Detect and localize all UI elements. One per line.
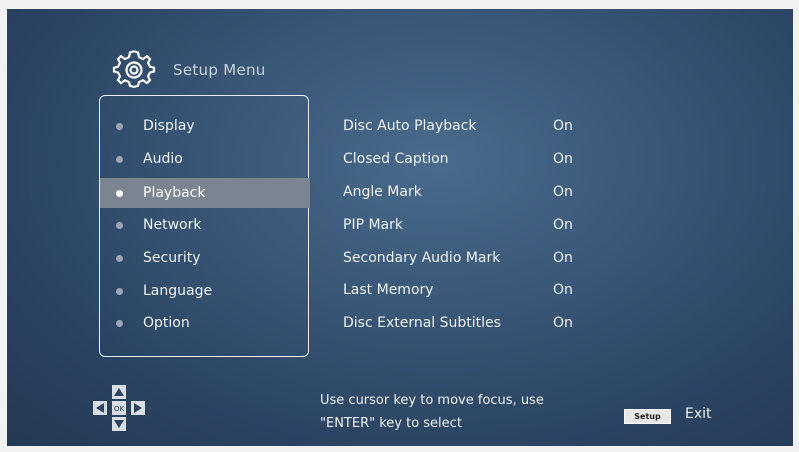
menu-item-network[interactable]: Network: [100, 210, 310, 240]
setting-disc-auto-playback[interactable]: Disc Auto Playback: [343, 114, 543, 138]
setting-value[interactable]: On: [553, 114, 593, 138]
menu-item-option[interactable]: Option: [100, 308, 310, 338]
setting-value[interactable]: On: [553, 213, 593, 237]
setup-key-icon: Setup: [624, 409, 671, 424]
exit-label[interactable]: Exit: [685, 406, 712, 422]
menu-item-label: Display: [143, 118, 195, 134]
menu-item-label: Playback: [143, 185, 206, 201]
menu-item-label: Option: [143, 315, 190, 331]
setting-value[interactable]: On: [553, 311, 593, 335]
setting-secondary-audio-mark[interactable]: Secondary Audio Mark: [343, 246, 543, 270]
bullet-icon: [116, 287, 123, 295]
menu-item-label: Audio: [143, 151, 183, 167]
dpad-icon: OK: [93, 385, 145, 431]
setting-closed-caption[interactable]: Closed Caption: [343, 147, 543, 171]
dpad-ok-label: OK: [114, 405, 125, 413]
bullet-icon: [116, 122, 123, 130]
bullet-icon: [116, 189, 123, 197]
setting-disc-external-subtitles[interactable]: Disc External Subtitles: [343, 311, 543, 335]
help-line-2: "ENTER" key to select: [320, 416, 462, 431]
header: Setup Menu: [112, 50, 266, 90]
menu-item-label: Network: [143, 217, 202, 233]
setup-screen: Setup Menu Display Audio Playback Networ…: [7, 9, 793, 446]
setting-value[interactable]: On: [553, 278, 593, 302]
menu-item-security[interactable]: Security: [100, 243, 310, 273]
setting-value[interactable]: On: [553, 180, 593, 204]
help-line-1: Use cursor key to move focus, use: [320, 393, 544, 408]
bullet-icon: [116, 254, 123, 262]
bullet-icon: [116, 319, 123, 327]
menu-item-playback[interactable]: Playback: [100, 178, 310, 208]
help-text: Use cursor key to move focus, use "ENTER…: [320, 389, 600, 435]
menu-item-audio[interactable]: Audio: [100, 144, 310, 174]
bullet-icon: [116, 155, 123, 163]
gear-icon: [112, 50, 156, 88]
menu-item-language[interactable]: Language: [100, 276, 310, 306]
menu-item-label: Security: [143, 250, 201, 266]
bullet-icon: [116, 221, 123, 229]
setting-angle-mark[interactable]: Angle Mark: [343, 180, 543, 204]
menu-item-display[interactable]: Display: [100, 111, 310, 141]
menu-item-label: Language: [143, 283, 213, 299]
setting-value[interactable]: On: [553, 147, 593, 171]
setting-last-memory[interactable]: Last Memory: [343, 278, 543, 302]
setting-value[interactable]: On: [553, 246, 593, 270]
page-title: Setup Menu: [173, 61, 266, 79]
setting-pip-mark[interactable]: PIP Mark: [343, 213, 543, 237]
